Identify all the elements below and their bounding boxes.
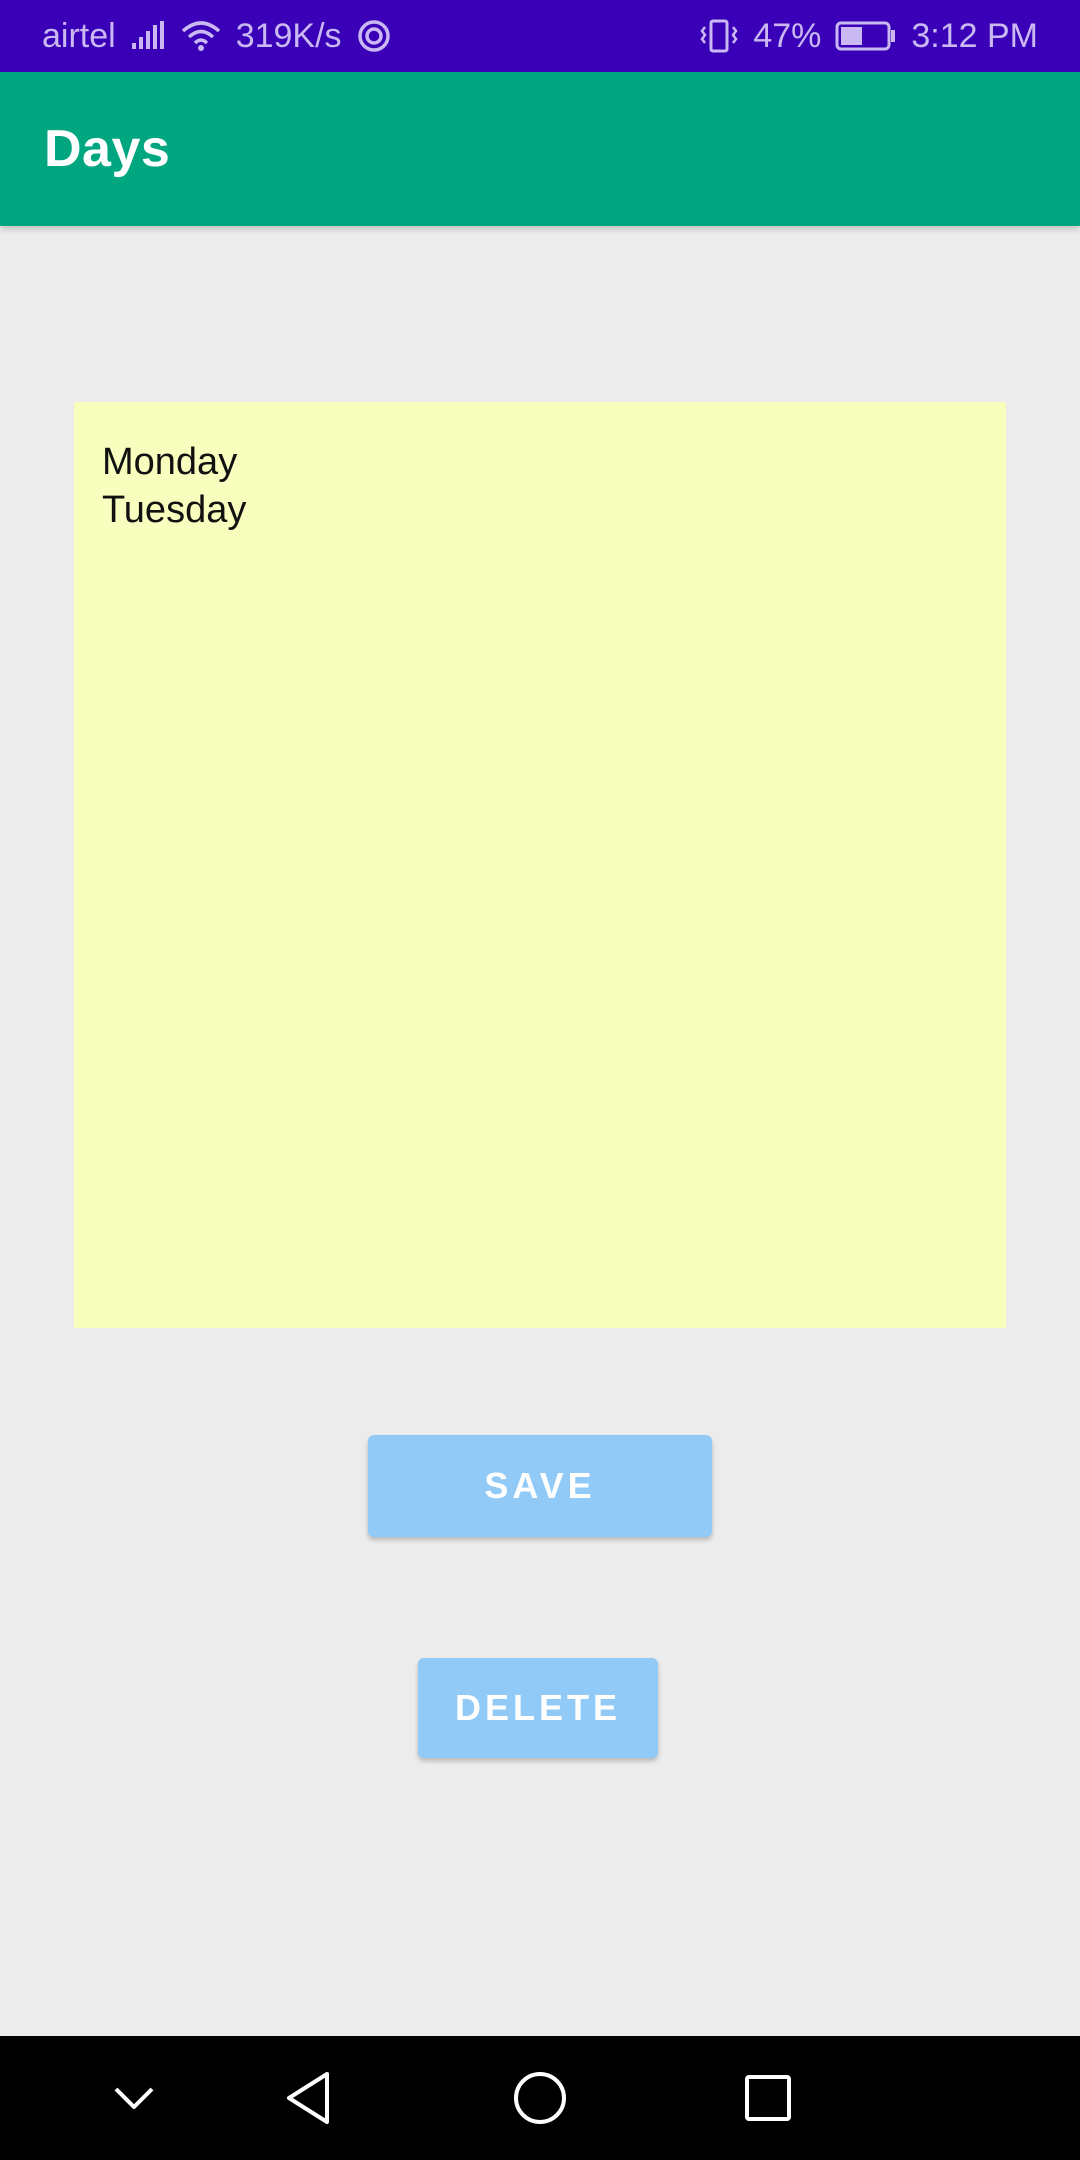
save-button[interactable]: SAVE: [368, 1435, 712, 1537]
app-bar: Days: [0, 72, 1080, 226]
status-left: airtel 319K/s: [42, 17, 392, 56]
back-icon[interactable]: [268, 2058, 348, 2138]
home-icon[interactable]: [500, 2058, 580, 2138]
carrier-name: airtel: [42, 16, 116, 55]
sync-app-icon: [356, 18, 392, 54]
navigation-bar: [0, 2036, 1080, 2160]
collapse-icon[interactable]: [94, 2058, 174, 2138]
battery-percent: 47%: [753, 16, 822, 55]
recents-icon[interactable]: [728, 2058, 808, 2138]
battery-icon: [835, 21, 897, 51]
status-bar: airtel 319K/s 47% 3:12 PM: [0, 0, 1080, 72]
status-time: 3:12 PM: [911, 16, 1038, 55]
delete-button[interactable]: DELETE: [418, 1658, 658, 1758]
page-title: Days: [44, 120, 171, 178]
network-speed: 319K/s: [235, 16, 342, 55]
note-text-area[interactable]: [74, 402, 1006, 1328]
status-right: 47% 3:12 PM: [699, 17, 1038, 56]
signal-icon: [130, 21, 166, 51]
vibrate-icon: [699, 19, 739, 53]
wifi-icon: [180, 19, 222, 53]
